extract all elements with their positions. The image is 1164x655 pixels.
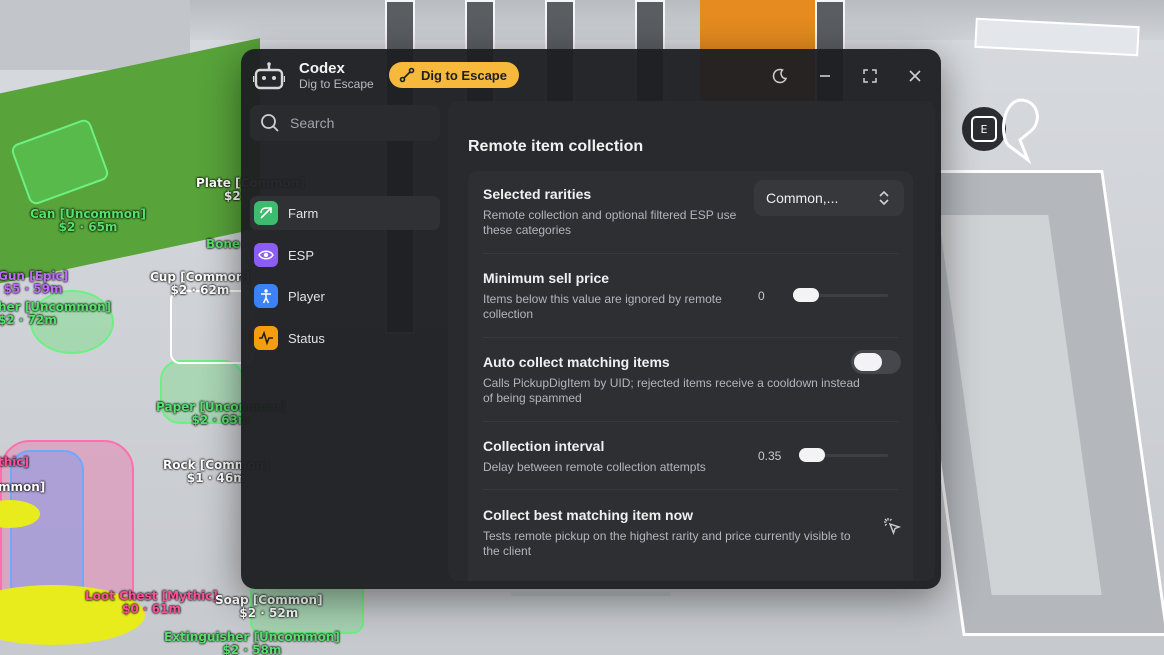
esp-label: Gun [Epic] $5 · 59m [0, 269, 69, 296]
setting-description: Tests remote pickup on the highest rarit… [483, 529, 851, 558]
min-price-value: 0 [758, 289, 765, 303]
section-title: Remote item collection [468, 138, 644, 155]
window-drag-handle[interactable] [511, 592, 671, 596]
pulse-icon [254, 326, 278, 350]
setting-title: Collect best matching item now [483, 507, 694, 523]
search-input[interactable] [288, 114, 432, 132]
app-subtitle: Dig to Escape [299, 77, 374, 91]
title-bar[interactable]: Codex Dig to Escape Dig to Escape [241, 49, 941, 101]
auto-collect-toggle[interactable] [851, 350, 901, 374]
maximize-icon [863, 69, 877, 83]
eye-icon [254, 243, 278, 267]
esp-label: Can [Uncommon] $2 · 65m [30, 207, 147, 234]
theme-toggle-button[interactable] [767, 63, 793, 89]
app-name: Codex [299, 60, 345, 77]
close-icon [909, 70, 921, 82]
search-box[interactable] [250, 105, 440, 141]
setting-title: Collection interval [483, 438, 605, 454]
esp-label: her [Uncommon] $2 · 72m [0, 300, 112, 327]
route-icon [399, 67, 415, 83]
divider [483, 337, 898, 338]
setting-title: Auto collect matching items [483, 354, 670, 370]
esp-label: thic] [0, 455, 29, 469]
pointer-click-icon [884, 518, 901, 535]
setting-title: Minimum sell price [483, 270, 610, 286]
game-badge-label: Dig to Escape [421, 67, 507, 83]
divider [483, 489, 898, 490]
setting-description: Calls PickupDigItem by UID; rejected ite… [483, 376, 860, 405]
chevron-up-down-icon [879, 190, 889, 206]
esp-label: mmon] [0, 480, 46, 494]
minimize-button[interactable] [812, 63, 838, 89]
divider [483, 421, 898, 422]
divider [483, 253, 898, 254]
min-price-slider-handle[interactable] [793, 288, 819, 302]
setting-description: Items below this value are ignored by re… [483, 292, 722, 321]
collect-now-button[interactable] [880, 514, 904, 538]
minimize-icon [820, 75, 830, 77]
sidebar-item-label: Status [288, 330, 325, 346]
content-panel: Remote item collection Selected rarities… [448, 101, 935, 581]
person-icon [254, 284, 278, 308]
rarities-select[interactable]: Common,... [754, 180, 904, 216]
sidebar-item-esp[interactable]: ESP [250, 238, 440, 272]
setting-description: Remote collection and optional filtered … [483, 208, 737, 237]
codex-window: Codex Dig to Escape Dig to Escape Search… [241, 49, 941, 596]
search-icon [261, 114, 279, 132]
toggle-knob [854, 353, 882, 371]
sidebar-item-player[interactable]: Player [250, 279, 440, 313]
close-button[interactable] [902, 63, 928, 89]
maximize-button[interactable] [857, 63, 883, 89]
interval-value: 0.35 [758, 449, 782, 463]
sidebar-item-label: Player [288, 288, 325, 304]
moon-icon [772, 68, 788, 84]
esp-label: Loot Chest [Mythic] $0 · 61m [85, 589, 218, 616]
sidebar-item-status[interactable]: Status [250, 321, 440, 355]
interval-slider-handle[interactable] [799, 448, 825, 462]
interact-outline-icon [1002, 98, 1039, 165]
rarities-select-value: Common,... [766, 190, 839, 206]
setting-description: Delay between remote collection attempts [483, 460, 706, 474]
esp-label: Extinguisher [Uncommon] $2 · 58m [164, 630, 340, 655]
sidebar-item-label: Farm [288, 205, 319, 221]
farm-icon [254, 201, 278, 225]
settings-group: Selected rarities Remote collection and … [468, 171, 913, 581]
sidebar-item-label: ESP [288, 247, 315, 263]
esp-label: Soap [Common] $2 · 52m [215, 593, 323, 620]
esp-label: Cup [Common] $2 · 62m [150, 270, 250, 297]
sidebar-item-farm[interactable]: Farm [250, 196, 440, 230]
setting-title: Selected rarities [483, 186, 592, 202]
esp-label: Bone [206, 237, 241, 251]
game-badge[interactable]: Dig to Escape [389, 62, 519, 88]
sidebar: Farm ESP Player [241, 101, 446, 589]
robot-icon [253, 62, 285, 90]
